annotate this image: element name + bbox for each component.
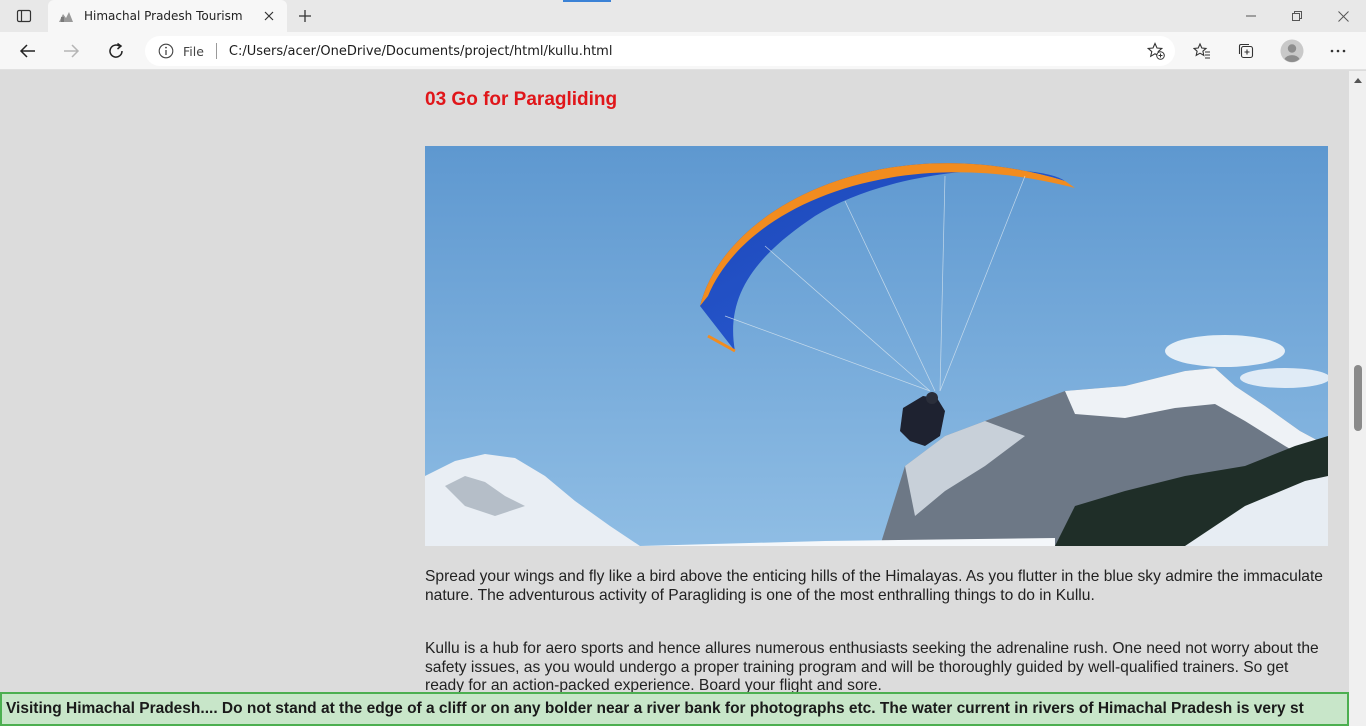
scroll-up-button[interactable] [1349, 73, 1366, 87]
new-tab-button[interactable] [292, 4, 318, 28]
tab-actions-button[interactable] [8, 4, 40, 28]
info-icon [158, 43, 174, 59]
tab-title: Himachal Pradesh Tourism [84, 9, 243, 23]
close-icon [264, 11, 274, 21]
address-separator [215, 43, 217, 59]
forward-button[interactable] [55, 35, 87, 67]
scroll-thumb[interactable] [1354, 365, 1362, 431]
profile-avatar-icon [1280, 39, 1304, 63]
close-window-icon [1337, 10, 1349, 22]
paragliding-photo [425, 146, 1328, 546]
tab-accent-line [563, 0, 611, 2]
section-heading: 03 Go for Paragliding [425, 89, 618, 110]
browser-tab[interactable]: Himachal Pradesh Tourism [48, 0, 287, 32]
vertical-scrollbar[interactable] [1349, 71, 1366, 726]
marquee-text: Visiting Himachal Pradesh.... Do not sta… [6, 700, 1304, 717]
plus-icon [299, 10, 311, 22]
address-bar[interactable]: File C:/Users/acer/OneDrive/Documents/pr… [145, 36, 1175, 66]
paragraph-1: Spread your wings and fly like a bird ab… [425, 568, 1323, 604]
back-button[interactable] [12, 35, 44, 67]
collections-button[interactable] [1230, 35, 1262, 67]
profile-button[interactable] [1276, 35, 1308, 67]
favorites-button[interactable] [1186, 35, 1218, 67]
scheme-label: File [183, 43, 204, 59]
mountain-favicon-icon [59, 12, 73, 22]
favorites-icon [1193, 42, 1210, 59]
refresh-button[interactable] [100, 35, 132, 67]
scroll-up-arrow-icon [1353, 78, 1362, 83]
restore-icon [1292, 11, 1302, 21]
collections-icon [1238, 43, 1254, 59]
browser-toolbar: File C:/Users/acer/OneDrive/Documents/pr… [0, 32, 1366, 70]
back-arrow-icon [19, 44, 35, 58]
page-content: 03 Go for Paragliding Spread your wings … [0, 71, 1349, 726]
more-options-icon [1330, 49, 1346, 53]
tab-close-button[interactable] [261, 8, 277, 24]
safety-marquee: Visiting Himachal Pradesh.... Do not sta… [0, 692, 1349, 726]
forward-arrow-icon [64, 44, 80, 58]
paragraph-2: Kullu is a hub for aero sports and hence… [425, 640, 1319, 694]
minimize-icon [1246, 15, 1256, 17]
minimize-button[interactable] [1228, 0, 1274, 32]
paragliding-image-icon [425, 146, 1328, 546]
site-info-button[interactable] [157, 42, 175, 60]
url-text[interactable]: C:/Users/acer/OneDrive/Documents/project… [229, 44, 613, 59]
more-options-button[interactable] [1322, 35, 1354, 67]
restore-button[interactable] [1274, 0, 1320, 32]
tab-actions-icon [16, 9, 32, 23]
tab-strip: Himachal Pradesh Tourism [0, 0, 1366, 32]
window-controls [1228, 0, 1366, 32]
refresh-icon [109, 42, 123, 58]
close-window-button[interactable] [1320, 0, 1366, 32]
star-add-icon[interactable] [1147, 42, 1165, 60]
